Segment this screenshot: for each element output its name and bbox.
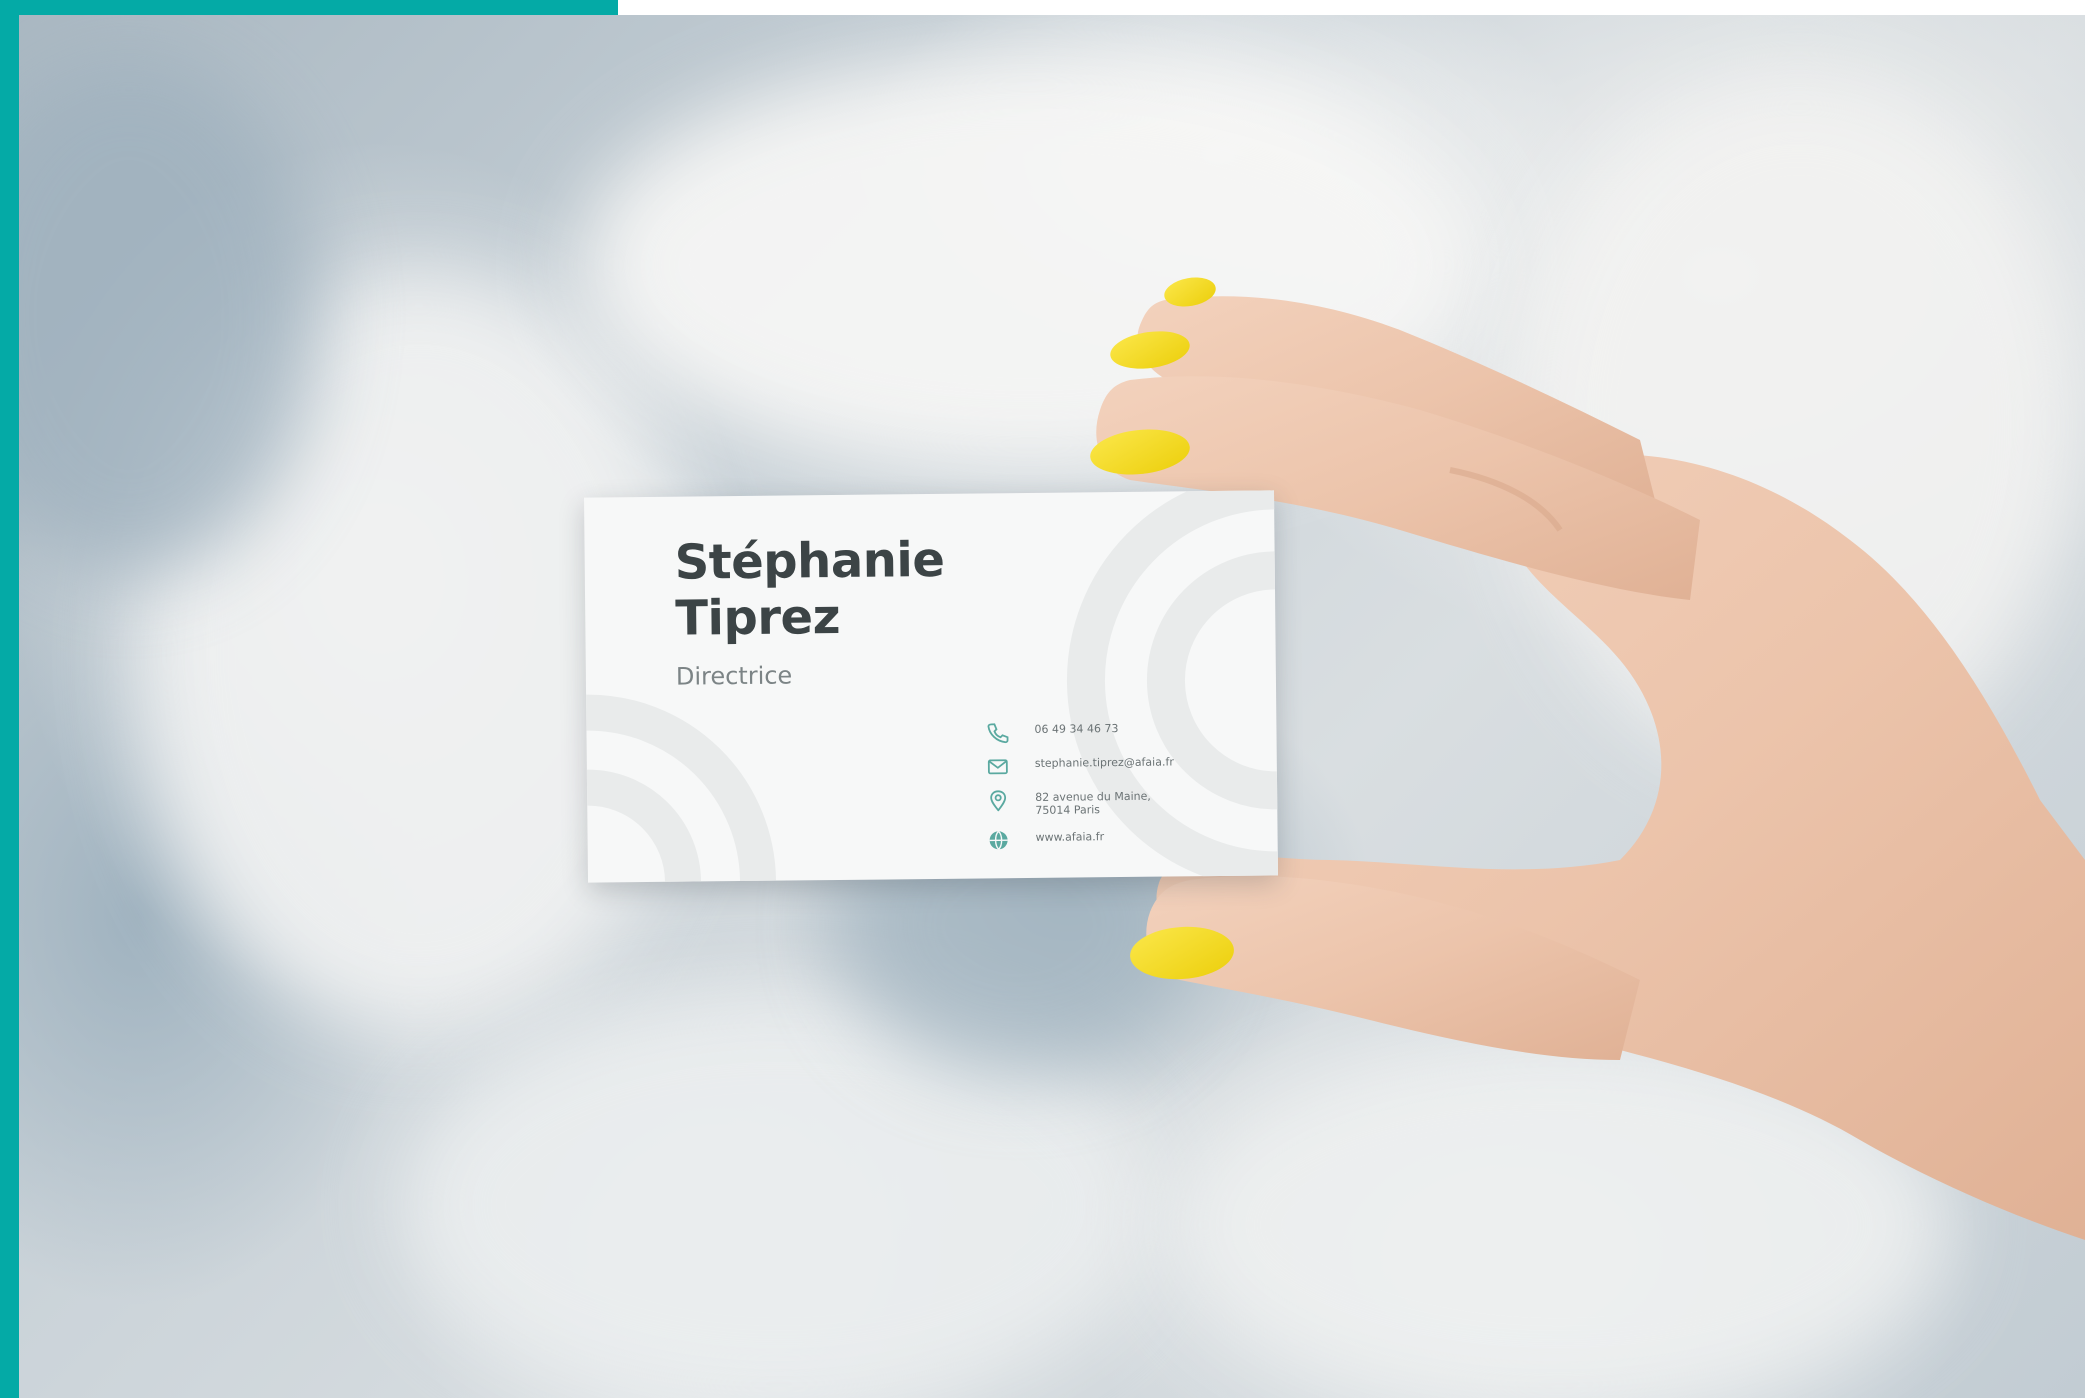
contact-phone: 06 49 34 46 73: [986, 718, 1266, 755]
business-card: Stéphanie Tiprez Directrice 06 49 34 46 …: [584, 490, 1278, 883]
mail-icon: [987, 759, 1008, 775]
contact-address-text: 82 avenue du Maine, 75014 Paris: [1035, 789, 1255, 817]
contact-email-text: stephanie.tiprez@afaia.fr: [1034, 755, 1174, 770]
card-contacts: 06 49 34 46 73 stephanie.tiprez@afaia.fr…: [986, 718, 1267, 863]
globe-icon: [989, 830, 1008, 850]
contact-address-line2: 75014 Paris: [1035, 803, 1101, 817]
phone-icon: [987, 723, 1009, 744]
contact-phone-text: 06 49 34 46 73: [1034, 722, 1119, 736]
card-name-last: Tiprez: [674, 588, 841, 647]
location-pin-icon: [990, 790, 1007, 812]
card-role: Directrice: [675, 661, 793, 691]
card-name-first: Stéphanie: [674, 531, 945, 591]
card-name: Stéphanie Tiprez: [674, 532, 945, 647]
contact-website-text: www.afaia.fr: [1035, 830, 1105, 844]
contact-address: 82 avenue du Maine, 75014 Paris: [987, 786, 1267, 829]
contact-website: www.afaia.fr: [987, 826, 1267, 863]
contact-email: stephanie.tiprez@afaia.fr: [987, 752, 1267, 789]
